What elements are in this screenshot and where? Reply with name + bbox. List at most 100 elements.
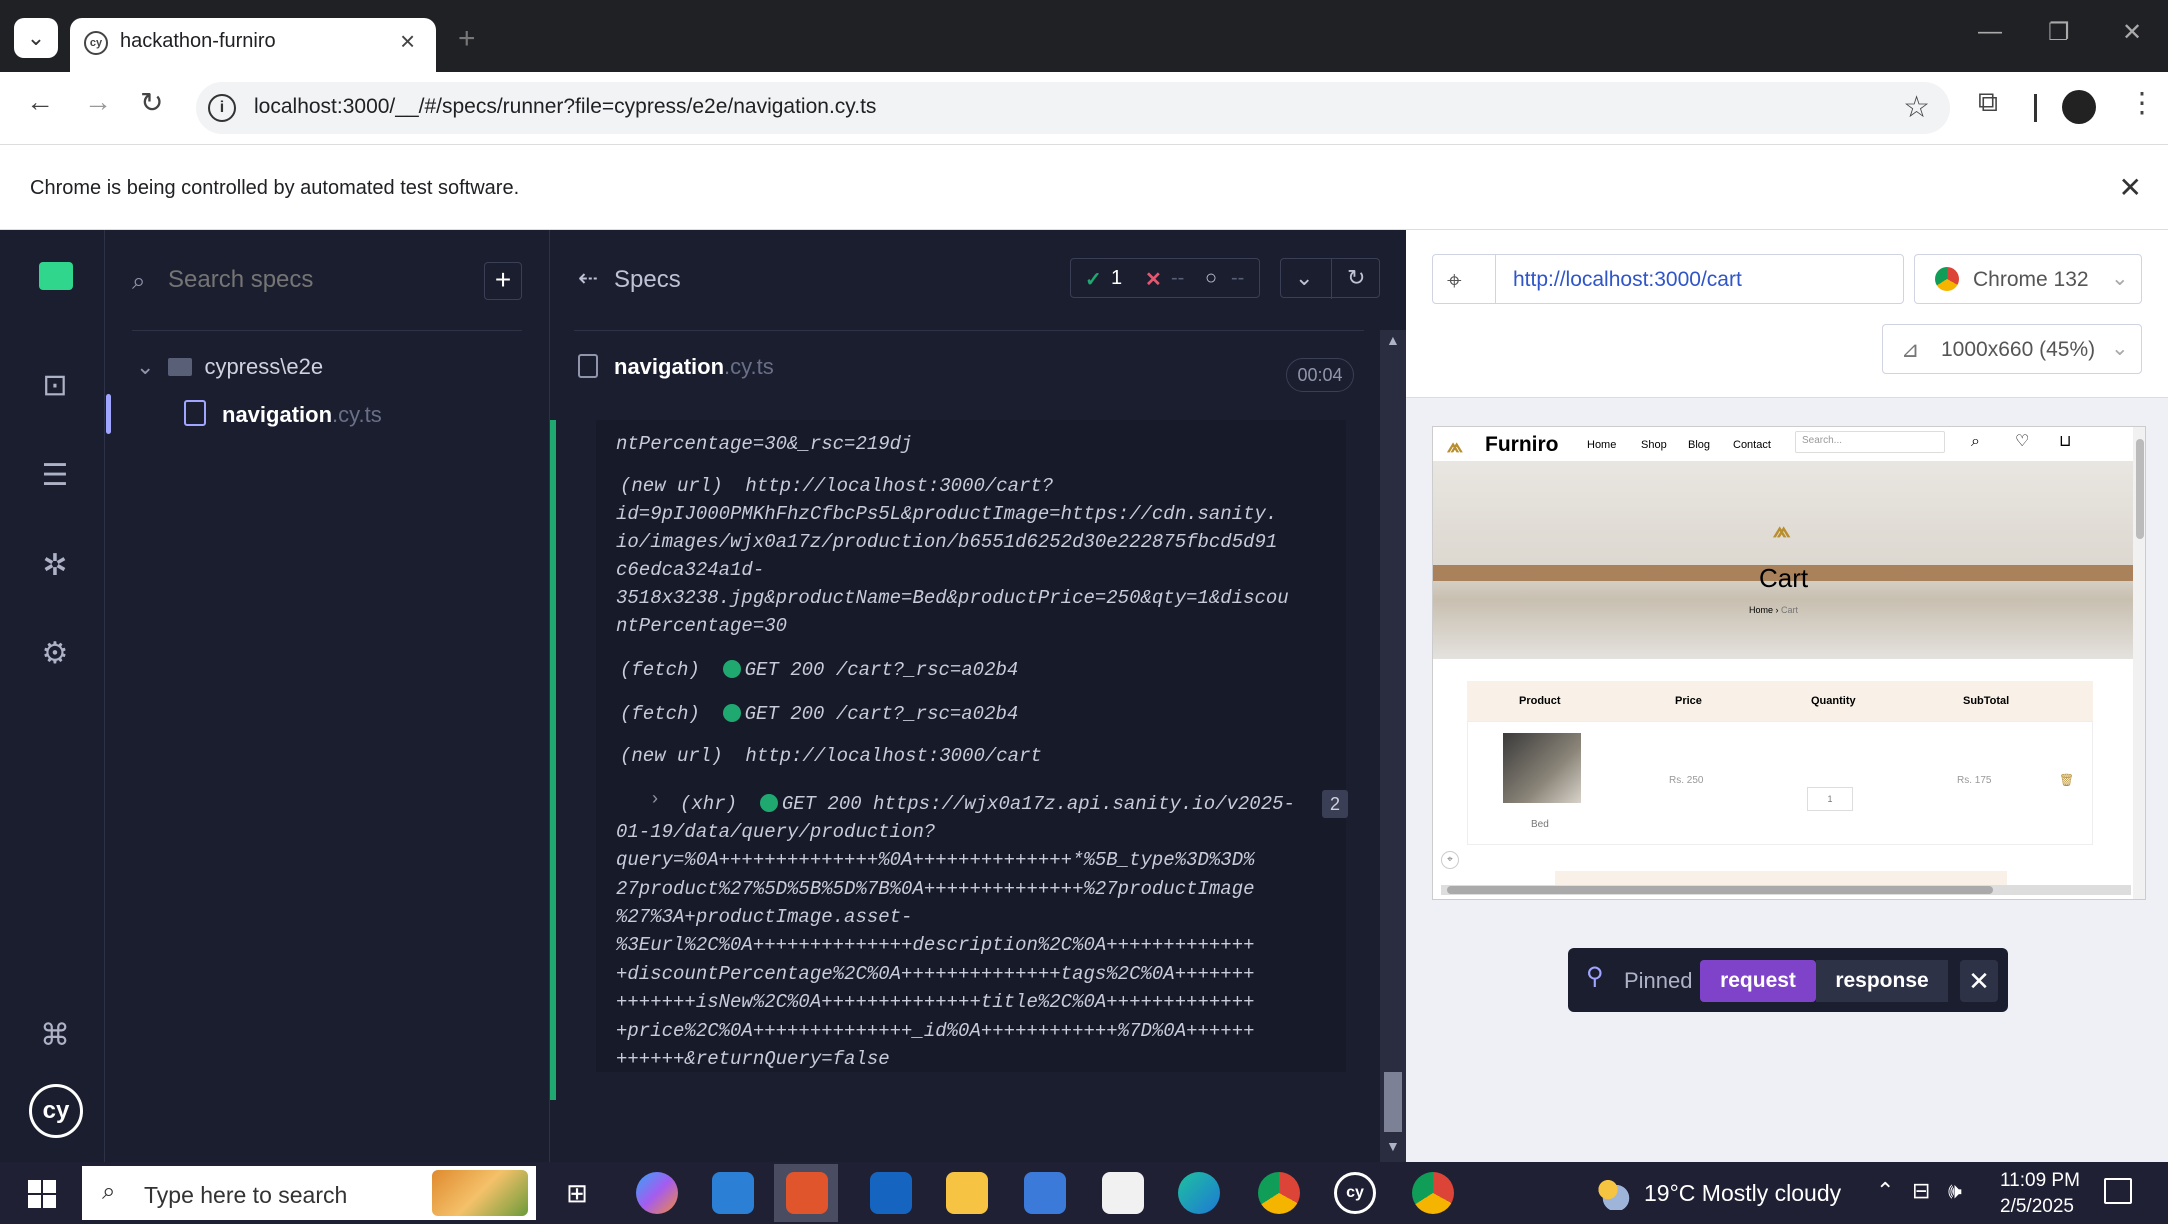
spec-list-item[interactable]: navigation.cy.ts xyxy=(106,394,550,434)
site-nav-blog[interactable]: Blog xyxy=(1688,439,1710,451)
vertical-scroll-thumb[interactable] xyxy=(2136,439,2144,539)
file-explorer-icon[interactable] xyxy=(946,1172,988,1214)
windows-start-icon[interactable] xyxy=(28,1180,56,1208)
search-specs-input[interactable] xyxy=(168,266,468,294)
taskbar-search-box[interactable]: ⌕ Type here to search xyxy=(82,1166,536,1220)
chevron-right-icon[interactable]: › xyxy=(652,788,658,809)
site-info-icon[interactable]: i xyxy=(208,94,236,122)
keyboard-shortcuts-icon[interactable]: ⌘ xyxy=(35,1016,75,1056)
weather-cloudy-icon[interactable] xyxy=(1592,1176,1632,1210)
infobar-text: Chrome is being controlled by automated … xyxy=(30,177,520,199)
heart-icon[interactable]: ♡ xyxy=(2015,431,2029,451)
chevron-down-icon[interactable]: ⌄ xyxy=(1295,265,1313,291)
aut-url[interactable]: http://localhost:3000/cart xyxy=(1513,268,1742,292)
debug-bug-icon[interactable]: ✲ xyxy=(35,546,75,586)
address-bar[interactable]: i localhost:3000/__/#/specs/runner?file=… xyxy=(196,82,1950,134)
profile-avatar-icon[interactable] xyxy=(2062,90,2096,124)
viewport-selector[interactable]: ⊿ 1000x660 (45%) ⌄ xyxy=(1882,324,2142,374)
extensions-icon[interactable]: ⧉ xyxy=(1978,86,1998,119)
rerun-icon[interactable]: ↻ xyxy=(1347,265,1365,291)
log-line: query=%0A++++++++++++++%0A++++++++++++++… xyxy=(616,849,1255,871)
response-tab[interactable]: response xyxy=(1816,960,1948,1002)
log-prefix: (xhr) xyxy=(680,793,738,815)
copilot-icon[interactable] xyxy=(636,1172,678,1214)
header-price: Price xyxy=(1675,695,1702,707)
selector-icon[interactable]: ⌖ xyxy=(1441,851,1459,869)
settings-gear-icon[interactable]: ⚙ xyxy=(35,634,75,674)
notepad-icon[interactable] xyxy=(1102,1172,1144,1214)
furniro-logo-icon: ⩕ xyxy=(1773,517,1791,542)
log-fetch-row[interactable]: (fetch) GET 200 /cart?_rsc=a02b4 xyxy=(620,656,1018,685)
unpin-close-icon[interactable]: ✕ xyxy=(1960,960,1998,1002)
pin-icon: ⚲ xyxy=(1586,963,1604,990)
vscode-icon[interactable] xyxy=(712,1172,754,1214)
menu-kebab-icon[interactable]: ⋮ xyxy=(2128,86,2156,119)
outlook-icon[interactable] xyxy=(870,1172,912,1214)
new-tab-button[interactable]: + xyxy=(458,22,476,56)
specs-list-icon[interactable]: ☰ xyxy=(35,456,75,496)
site-nav-contact[interactable]: Contact xyxy=(1733,439,1771,451)
minimize-icon[interactable]: — xyxy=(1978,18,2002,46)
add-spec-button[interactable]: + xyxy=(484,262,522,300)
address-url[interactable]: localhost:3000/__/#/specs/runner?file=cy… xyxy=(254,95,876,119)
spec-file-name: navigation xyxy=(614,354,725,379)
product-subtotal: Rs. 175 xyxy=(1957,775,1992,786)
log-scrollbar[interactable] xyxy=(1380,330,1406,1162)
chevron-right-icon: › xyxy=(1775,605,1779,615)
log-xhr-row[interactable]: (xhr) GET 200 https://wjx0a17z.api.sanit… xyxy=(680,790,1295,819)
reload-icon[interactable]: ↻ xyxy=(140,86,163,119)
volume-icon[interactable]: 🕪 xyxy=(1948,1178,1962,1204)
collapse-specs-icon[interactable]: ⇠ xyxy=(578,264,598,293)
cypress-logo-icon[interactable]: cy xyxy=(29,1084,83,1138)
weather-text[interactable]: 19°C Mostly cloudy xyxy=(1644,1180,1841,1207)
tab-search-button[interactable]: ⌄ xyxy=(14,18,58,58)
log-fetch-row[interactable]: (fetch) GET 200 /cart?_rsc=a02b4 xyxy=(620,700,1018,729)
notifications-icon[interactable] xyxy=(2104,1178,2132,1204)
show-hidden-icons-icon[interactable]: ⌃ xyxy=(1876,1178,1894,1204)
edge-icon[interactable] xyxy=(1178,1172,1220,1214)
log-line[interactable]: (new url) http://localhost:3000/cart xyxy=(620,742,1042,771)
restore-icon[interactable]: ❐ xyxy=(2048,18,2070,47)
infobar-close-icon[interactable]: ✕ xyxy=(2119,171,2142,204)
folder-row[interactable]: ⌄ cypress\e2e xyxy=(136,354,323,380)
close-window-icon[interactable]: ✕ xyxy=(2122,18,2142,47)
microsoft-store-icon[interactable] xyxy=(1024,1172,1066,1214)
selector-playground-icon[interactable]: ⌖ xyxy=(1447,265,1462,297)
chrome-profile-icon[interactable] xyxy=(1258,1172,1300,1214)
site-nav-home[interactable]: Home xyxy=(1587,439,1616,451)
log-text: GET 200 /cart?_rsc=a02b4 xyxy=(744,703,1019,725)
tab-close-icon[interactable]: × xyxy=(400,26,415,57)
cypress-taskbar-icon[interactable]: cy xyxy=(1334,1172,1376,1214)
scroll-thumb[interactable] xyxy=(1384,1072,1402,1132)
quantity-input[interactable]: 1 xyxy=(1807,787,1853,811)
site-nav-shop[interactable]: Shop xyxy=(1641,439,1667,451)
log-line: 01-19/data/query/production? xyxy=(616,821,936,843)
trash-icon[interactable]: 🗑 xyxy=(2059,773,2074,787)
network-icon[interactable]: ⊟ xyxy=(1912,1178,1930,1204)
scroll-up-icon[interactable]: ▲ xyxy=(1386,332,1400,348)
runs-icon[interactable]: ⊡ xyxy=(35,366,75,406)
clock-time[interactable]: 11:09 PM xyxy=(2000,1170,2080,1192)
pending-count: -- xyxy=(1231,267,1245,289)
horizontal-scroll-thumb[interactable] xyxy=(1447,886,1993,894)
browser-tab[interactable]: cy hackathon-furniro × xyxy=(70,18,436,72)
forward-arrow-icon[interactable]: → xyxy=(84,86,112,118)
site-search-input[interactable]: Search... xyxy=(1795,431,1945,453)
project-logo-icon[interactable] xyxy=(39,262,73,290)
request-tab[interactable]: request xyxy=(1700,960,1816,1002)
passed-test-indicator xyxy=(550,420,556,1100)
chrome-icon[interactable] xyxy=(1412,1172,1454,1214)
back-arrow-icon[interactable]: ← xyxy=(26,86,54,118)
cart-icon[interactable]: ⊔ xyxy=(2059,431,2071,451)
scroll-down-icon[interactable]: ▼ xyxy=(1386,1138,1400,1154)
clock-date[interactable]: 2/5/2025 xyxy=(2000,1196,2074,1218)
search-icon[interactable]: ⌕ xyxy=(1971,433,1980,451)
breadcrumb-home[interactable]: Home xyxy=(1749,605,1773,615)
bookmark-star-icon[interactable]: ☆ xyxy=(1903,90,1930,125)
git-app-icon[interactable] xyxy=(786,1172,828,1214)
log-line[interactable]: (new url) http://localhost:3000/cart? xyxy=(620,472,1053,501)
browser-selector[interactable]: Chrome 132 ⌄ xyxy=(1914,254,2142,304)
site-brand[interactable]: Furniro xyxy=(1485,433,1559,457)
aut-url-bar[interactable]: ⌖ http://localhost:3000/cart xyxy=(1432,254,1904,304)
task-view-icon[interactable]: ⊞ xyxy=(556,1172,598,1214)
